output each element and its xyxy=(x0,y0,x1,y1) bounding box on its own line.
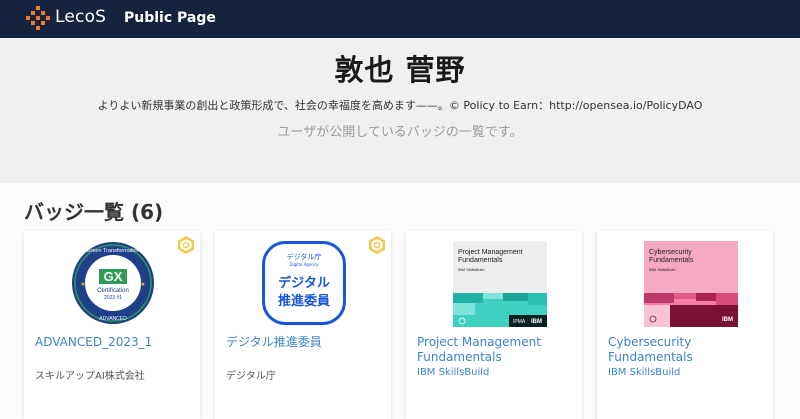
digital-agency-badge-image[interactable]: デジタル庁 Digital Agency デジタル 推進委員 xyxy=(262,241,346,325)
ipma-label: IPMA xyxy=(513,319,526,325)
badge-line2: 推進委員 xyxy=(278,293,330,309)
star-icon: ★ xyxy=(80,281,85,288)
agency-en: Digital Agency xyxy=(289,262,319,267)
badge-issuer: デジタル庁 xyxy=(226,371,276,382)
gx-center-text: GX xyxy=(104,269,123,284)
page-title: Public Page xyxy=(124,10,216,26)
badge-issuer[interactable]: IBM SkillsBuild xyxy=(417,367,575,378)
badge-issuer[interactable]: IBM SkillsBuild xyxy=(608,367,766,378)
ibm-brand: IBM xyxy=(531,319,542,325)
ibm-pm-badge-image[interactable]: Project Management Fundamentals IBM Skil… xyxy=(453,241,547,327)
svg-text:Project Management: Project Management xyxy=(458,249,523,256)
badge-sub: IBM SkillsBuild xyxy=(458,267,484,272)
gx-cert-label: Certification xyxy=(97,288,129,294)
svg-text:Cybersecurity: Cybersecurity xyxy=(649,249,692,256)
svg-text:Fundamentals: Fundamentals xyxy=(649,257,694,264)
logo-text[interactable]: LecoS xyxy=(55,7,106,27)
gx-ring-bottom: ADVANCED xyxy=(99,316,127,322)
gx-year-label: 2023 #1 xyxy=(104,295,122,301)
badge-card[interactable]: Cybersecurity Fundamentals IBM SkillsBui… xyxy=(597,231,773,419)
badge-card[interactable]: Project Management Fundamentals IBM Skil… xyxy=(406,231,582,419)
badge-title[interactable]: Project Management Fundamentals xyxy=(417,335,575,365)
badge-line1: デジタル xyxy=(278,275,330,291)
badge-issuer: スキルアップAI株式会社 xyxy=(35,371,145,382)
section-title: バッジ一覧 (6) xyxy=(24,200,164,224)
badge-card[interactable]: GX Certification 2023 #1 Green Transform… xyxy=(24,231,200,419)
badge-title[interactable]: Cybersecurity Fundamentals xyxy=(608,335,766,365)
ibm-brand: IBM xyxy=(722,317,733,323)
profile-section: 敦也 菅野 よりよい新規事業の創出と政策形成で、社会の幸福度を高めます——。© … xyxy=(0,38,800,183)
verified-badge-icon xyxy=(178,236,194,254)
ibm-cyber-badge-image[interactable]: Cybersecurity Fundamentals IBM SkillsBui… xyxy=(644,241,738,327)
badge-sub: IBM SkillsBuild xyxy=(649,267,675,272)
badge-title[interactable]: デジタル推進委員 xyxy=(226,335,384,350)
badge-list-section: バッジ一覧 (6) GX Certification 2023 #1 Green… xyxy=(0,183,800,419)
user-bio: よりよい新規事業の創出と政策形成で、社会の幸福度を高めます——。© Policy… xyxy=(97,99,703,112)
gx-ring-top: Green Transformation xyxy=(86,248,140,254)
agency-jp: デジタル庁 xyxy=(287,252,322,261)
profile-description: ユーザが公開しているバッジの一覧です。 xyxy=(277,125,523,140)
badge-title[interactable]: ADVANCED_2023_1 xyxy=(35,335,193,350)
badge-card[interactable]: デジタル庁 Digital Agency デジタル 推進委員 デジタル推進委員 … xyxy=(215,231,391,419)
star-icon: ★ xyxy=(140,281,145,288)
gx-badge-image[interactable]: GX Certification 2023 #1 Green Transform… xyxy=(71,241,155,325)
lecos-logo-icon[interactable] xyxy=(26,6,50,30)
top-nav-bar: LecoS Public Page xyxy=(0,0,800,38)
user-name: 敦也 菅野 xyxy=(334,53,466,87)
verified-badge-icon xyxy=(369,236,385,254)
svg-text:Fundamentals: Fundamentals xyxy=(458,257,503,264)
